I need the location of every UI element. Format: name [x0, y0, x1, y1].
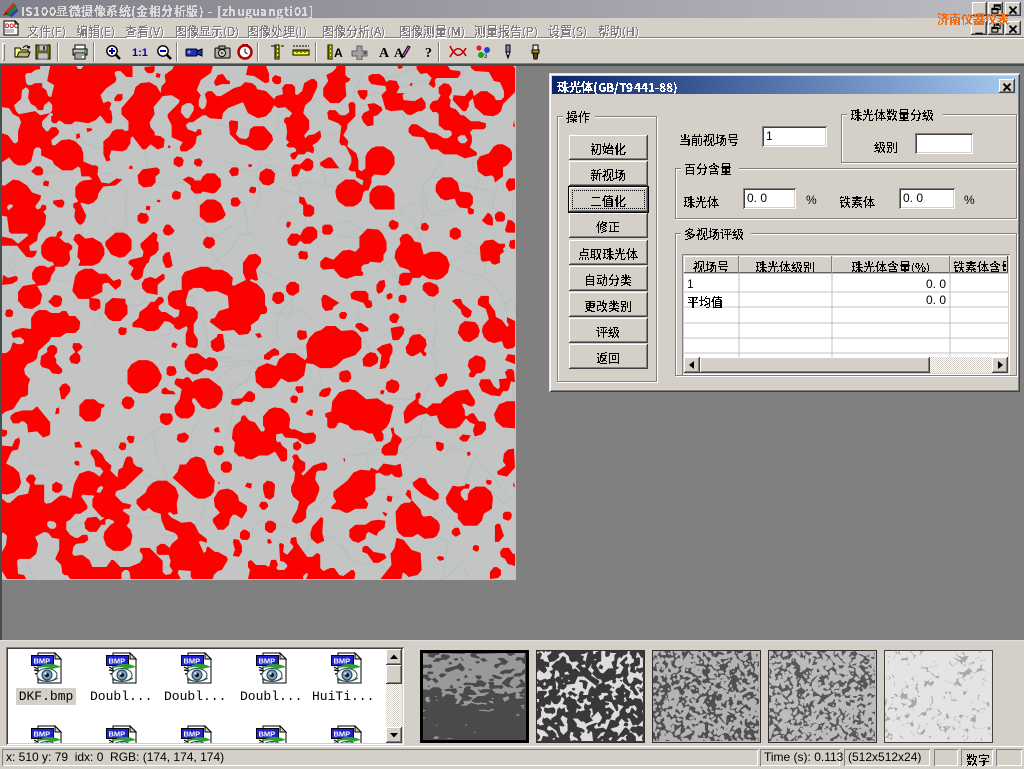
svg-text:?: ? — [425, 46, 432, 60]
svg-text:A: A — [379, 46, 390, 60]
svg-text:DOC: DOC — [5, 24, 19, 30]
svg-text:1:1: 1:1 — [132, 47, 148, 59]
svg-text:A: A — [334, 46, 343, 60]
svg-text:3: 3 — [484, 54, 488, 60]
